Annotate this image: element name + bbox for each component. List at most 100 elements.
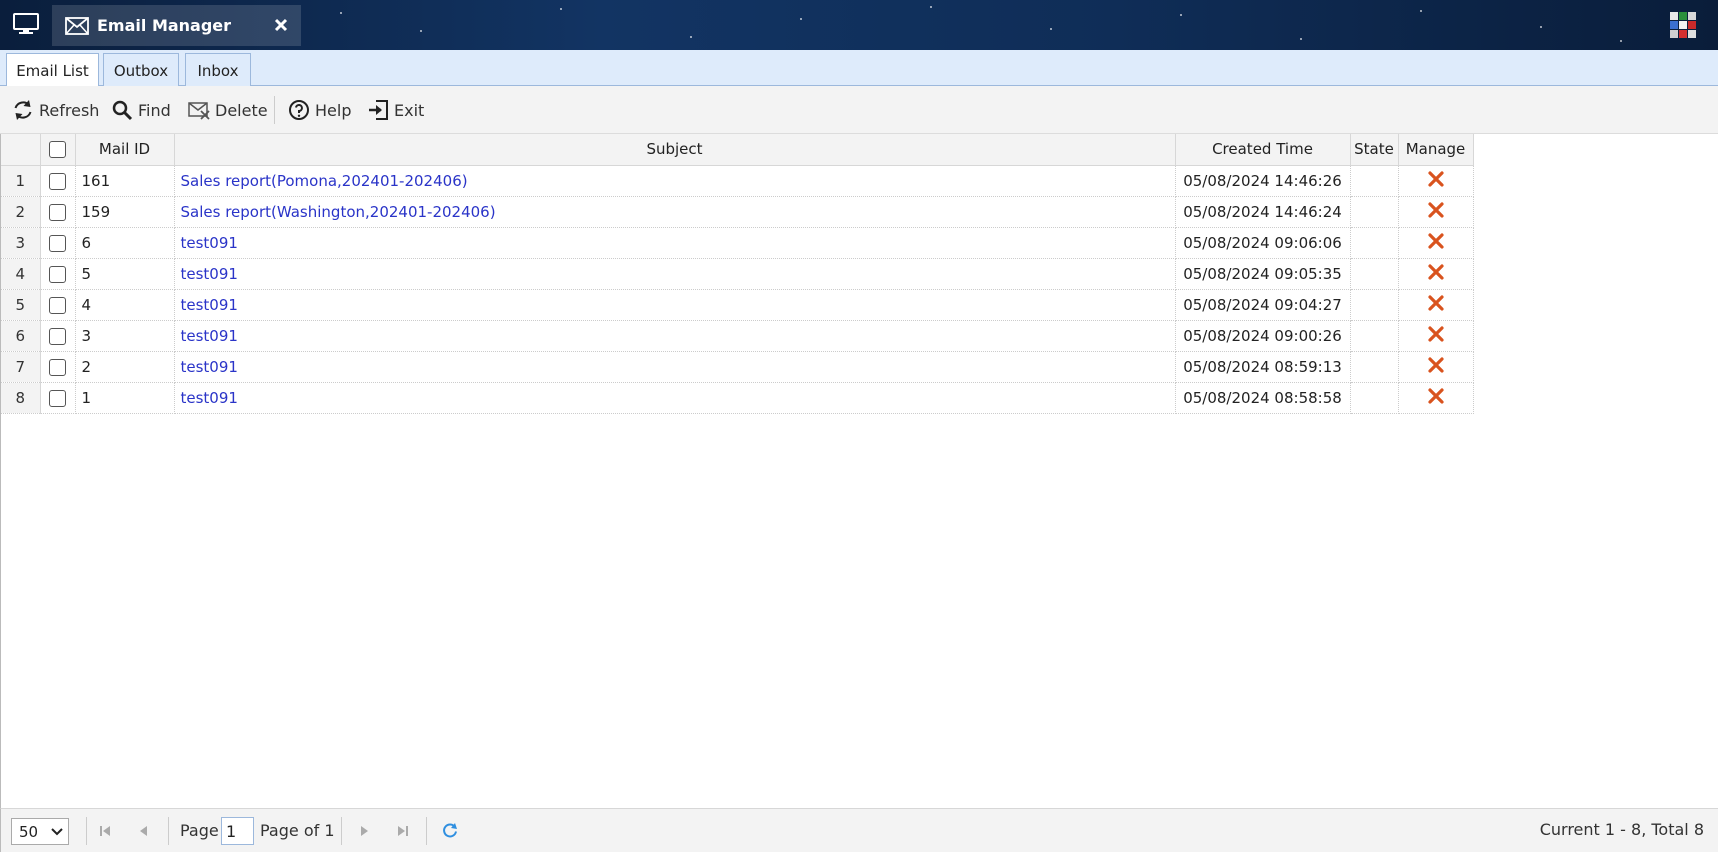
created-time-cell: 05/08/2024 14:46:24 [1175, 196, 1351, 228]
page-number-input[interactable]: 1 [221, 817, 254, 845]
table-row[interactable]: 6 3 test091 05/08/2024 09:00:26 [1, 320, 1474, 352]
table-row[interactable]: 5 4 test091 05/08/2024 09:04:27 [1, 289, 1474, 321]
state-cell [1350, 320, 1399, 352]
delete-row-button[interactable] [1398, 165, 1474, 197]
table-row[interactable]: 2 159 Sales report(Washington,202401-20240… [1, 196, 1474, 228]
subject-link[interactable]: Sales report(Pomona,202401-202406) [174, 165, 1176, 197]
delete-row-button[interactable] [1398, 382, 1474, 414]
delete-button[interactable]: Delete [188, 94, 268, 126]
page-size-value: 50 [19, 822, 39, 841]
last-page-button[interactable] [393, 821, 413, 841]
select-all-checkbox[interactable] [40, 134, 76, 166]
app-tab-email-manager[interactable]: Email Manager [52, 5, 301, 46]
row-checkbox[interactable] [40, 289, 76, 321]
delete-row-button[interactable] [1398, 351, 1474, 383]
help-button[interactable]: Help [288, 94, 351, 126]
row-number: 6 [1, 320, 41, 352]
subject-link[interactable]: test091 [174, 382, 1176, 414]
chevron-down-icon [51, 828, 63, 836]
exit-button[interactable]: Exit [367, 94, 424, 126]
row-checkbox[interactable] [40, 165, 76, 197]
subject-link[interactable]: Sales report(Washington,202401-202406) [174, 196, 1176, 228]
state-cell [1350, 196, 1399, 228]
table-row[interactable]: 7 2 test091 05/08/2024 08:59:13 [1, 351, 1474, 383]
subject-link[interactable]: test091 [174, 258, 1176, 290]
desktop-icon[interactable] [8, 8, 44, 40]
first-page-icon [100, 826, 110, 836]
tab-label: Email List [16, 62, 89, 80]
first-page-button[interactable] [95, 821, 115, 841]
prev-page-button[interactable] [134, 821, 154, 841]
column-header-state[interactable]: State [1350, 134, 1399, 166]
delete-x-icon [1427, 170, 1444, 187]
refresh-button[interactable]: Refresh [12, 94, 99, 126]
pagination-info: Current 1 - 8, Total 8 [1539, 820, 1704, 839]
delete-row-button[interactable] [1398, 196, 1474, 228]
app-logo-icon [1668, 10, 1698, 40]
created-time-cell: 05/08/2024 14:46:26 [1175, 165, 1351, 197]
delete-x-icon [1427, 232, 1444, 249]
top-bar: Email Manager [0, 0, 1718, 50]
created-time-cell: 05/08/2024 09:04:27 [1175, 289, 1351, 321]
delete-row-button[interactable] [1398, 258, 1474, 290]
delete-x-icon [1427, 387, 1444, 404]
row-number: 8 [1, 382, 41, 414]
next-page-icon [361, 826, 368, 836]
table-row[interactable]: 8 1 test091 05/08/2024 08:58:58 [1, 382, 1474, 414]
row-number: 3 [1, 227, 41, 259]
subject-link[interactable]: test091 [174, 351, 1176, 383]
column-header-mail-id[interactable]: Mail ID [75, 134, 175, 166]
created-time-cell: 05/08/2024 09:05:35 [1175, 258, 1351, 290]
delete-row-button[interactable] [1398, 227, 1474, 259]
row-checkbox[interactable] [40, 258, 76, 290]
next-page-button[interactable] [354, 821, 374, 841]
delete-row-button[interactable] [1398, 289, 1474, 321]
created-time-cell: 05/08/2024 09:06:06 [1175, 227, 1351, 259]
exit-label: Exit [394, 100, 425, 120]
row-checkbox[interactable] [40, 351, 76, 383]
help-icon [289, 100, 309, 120]
column-header-manage[interactable]: Manage [1398, 134, 1474, 166]
tab-email-list[interactable]: Email List [6, 53, 99, 88]
last-page-icon [398, 826, 408, 836]
mail-id-cell: 5 [75, 258, 175, 290]
page-size-select[interactable]: 50 [11, 818, 69, 845]
reload-button[interactable] [440, 821, 460, 841]
close-icon[interactable] [271, 15, 291, 35]
table-row[interactable]: 1 161 Sales report(Pomona,202401-202406) 05… [1, 165, 1474, 197]
created-time-cell: 05/08/2024 09:00:26 [1175, 320, 1351, 352]
sub-tab-bar: Email List Outbox Inbox [0, 50, 1718, 88]
row-number: 5 [1, 289, 41, 321]
tab-inbox[interactable]: Inbox [185, 53, 251, 87]
find-button[interactable]: Find [111, 94, 171, 126]
delete-x-icon [1427, 325, 1444, 342]
exit-icon [369, 100, 388, 120]
state-cell [1350, 227, 1399, 259]
state-cell [1350, 258, 1399, 290]
column-header-created-time[interactable]: Created Time [1175, 134, 1351, 166]
row-checkbox[interactable] [40, 227, 76, 259]
table-row[interactable]: 3 6 test091 05/08/2024 09:06:06 [1, 227, 1474, 259]
subject-link[interactable]: test091 [174, 227, 1176, 259]
row-checkbox[interactable] [40, 320, 76, 352]
delete-x-icon [1427, 356, 1444, 373]
row-number: 2 [1, 196, 41, 228]
mail-id-cell: 161 [75, 165, 175, 197]
column-header-subject[interactable]: Subject [174, 134, 1176, 166]
row-checkbox[interactable] [40, 196, 76, 228]
tab-outbox[interactable]: Outbox [103, 53, 179, 87]
envelope-icon [65, 16, 89, 35]
subject-link[interactable]: test091 [174, 320, 1176, 352]
delete-row-button[interactable] [1398, 320, 1474, 352]
pager-divider [341, 817, 342, 845]
subject-link[interactable]: test091 [174, 289, 1176, 321]
row-checkbox[interactable] [40, 382, 76, 414]
page-of-label: Page of 1 [260, 821, 335, 840]
tab-label: Inbox [197, 61, 239, 80]
delete-label: Delete [215, 100, 268, 120]
delete-x-icon [1427, 263, 1444, 280]
email-table: Mail ID Subject Created Time State Manag… [1, 134, 1474, 414]
help-label: Help [315, 100, 352, 120]
table-row[interactable]: 4 5 test091 05/08/2024 09:05:35 [1, 258, 1474, 290]
app-tab-title: Email Manager [97, 16, 232, 35]
